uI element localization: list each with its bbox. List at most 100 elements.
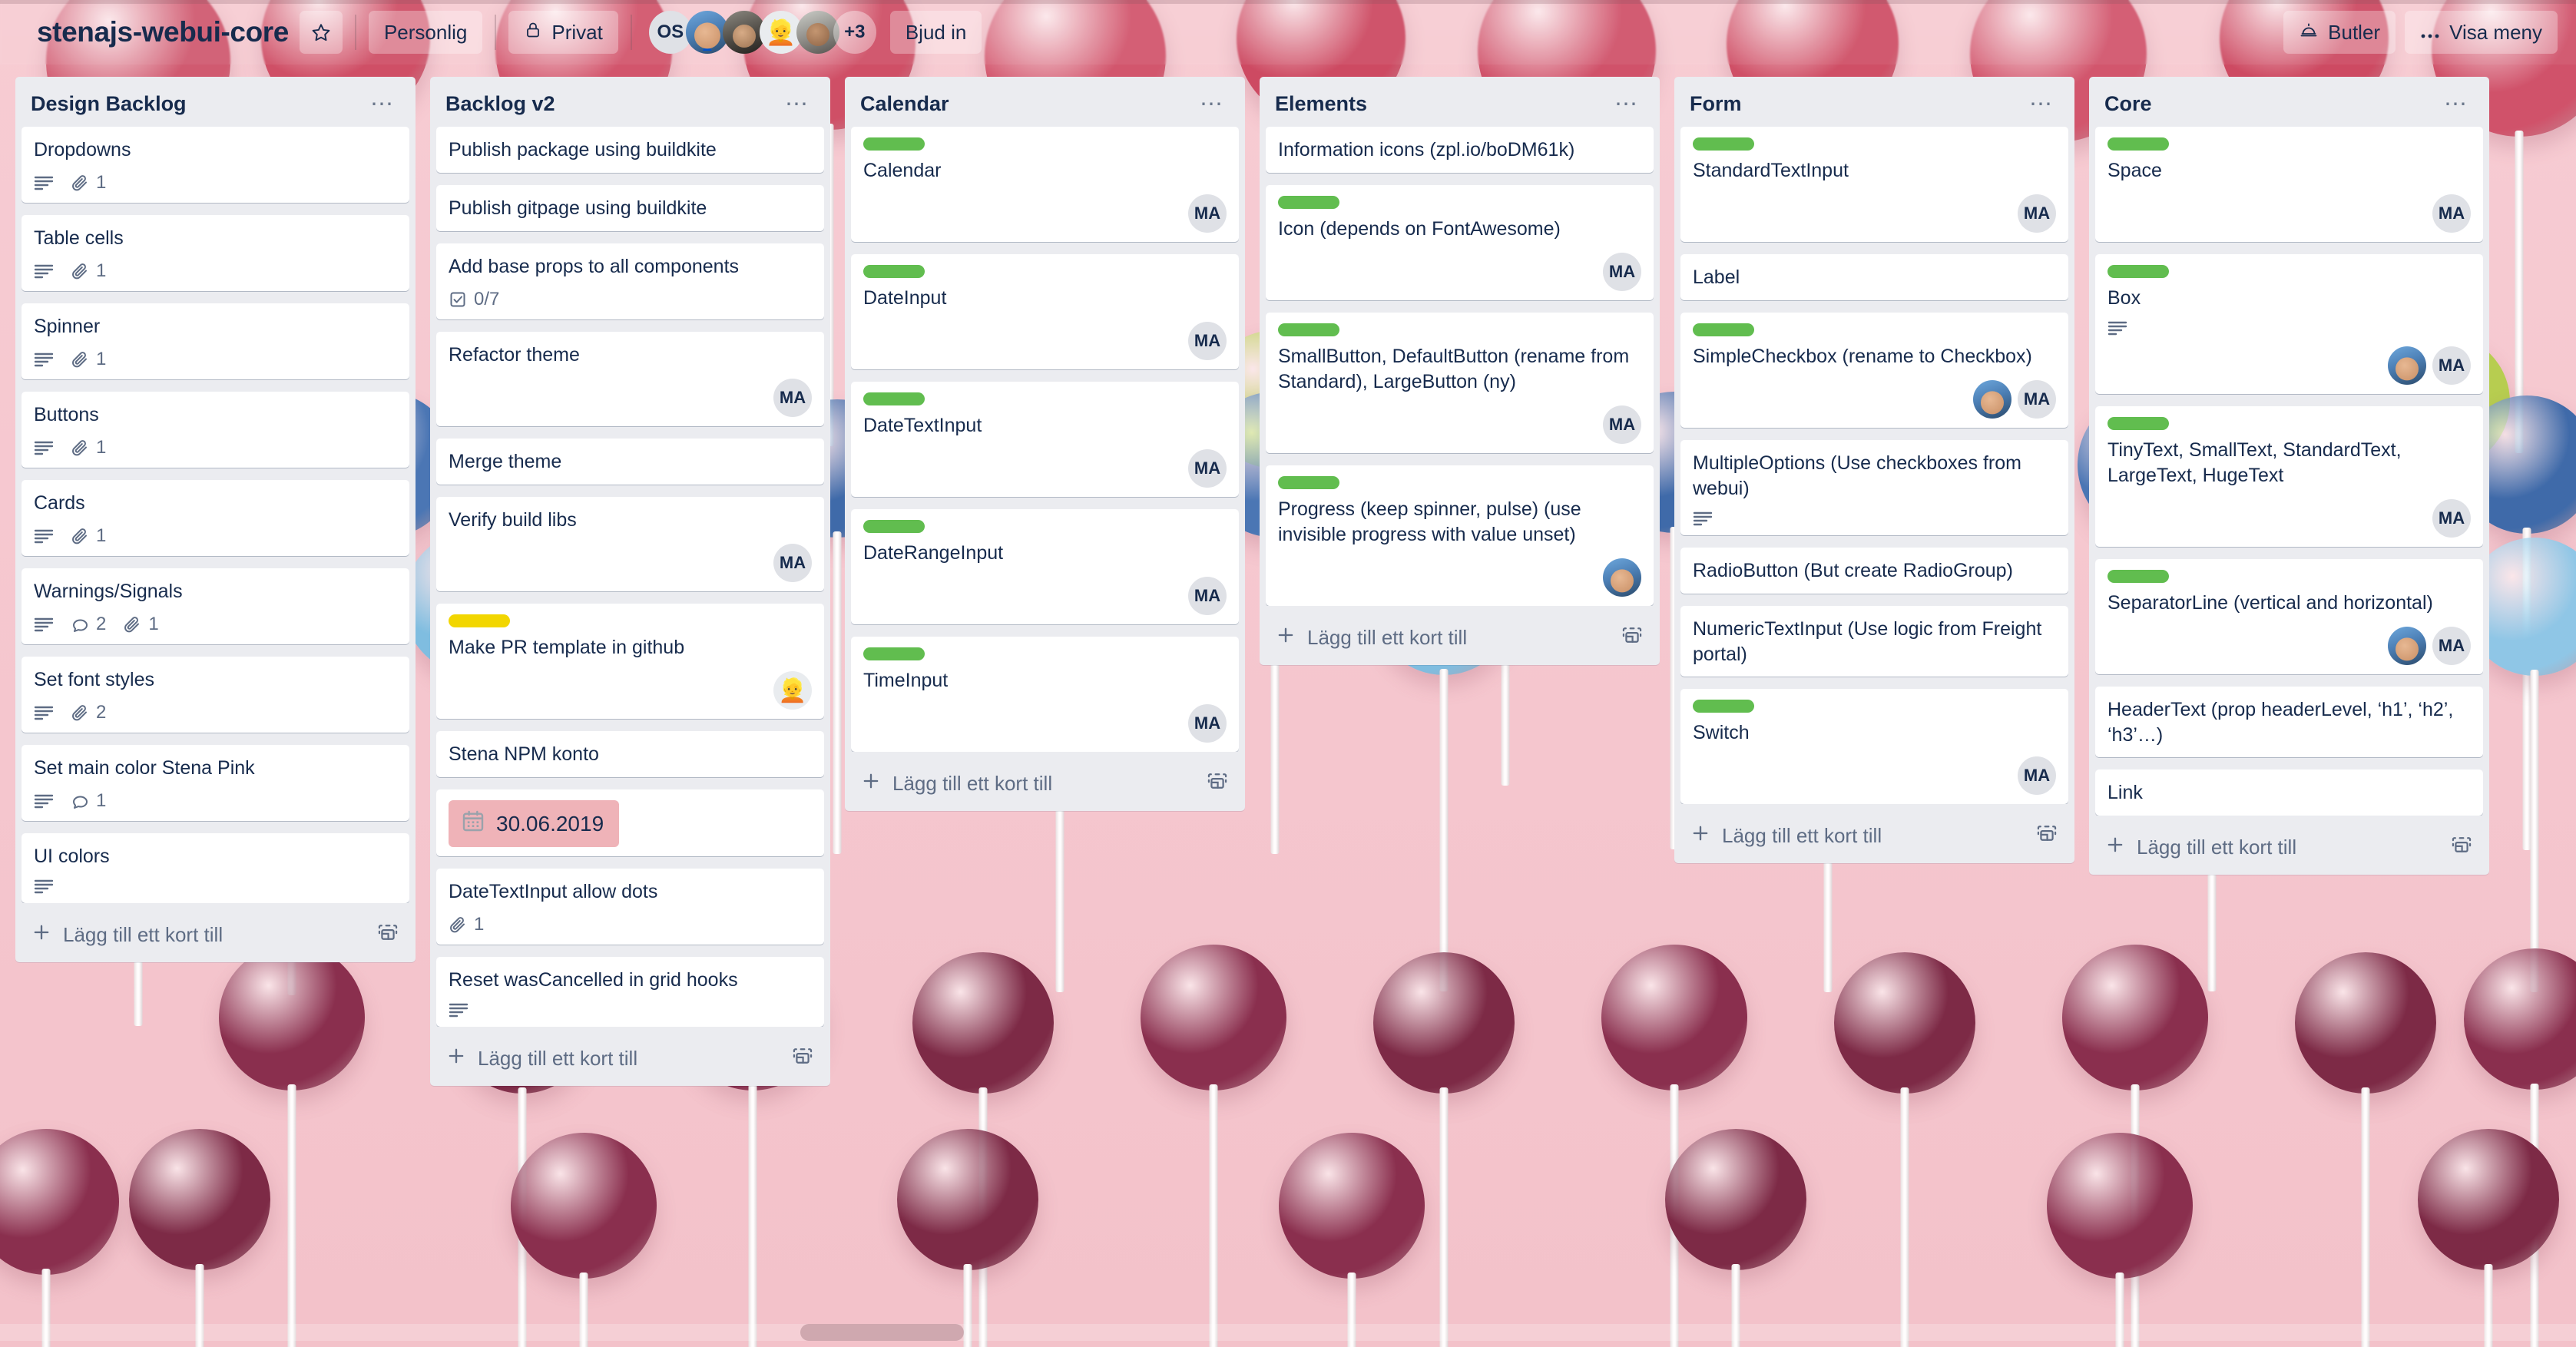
card[interactable]: NumericTextInput (Use logic from Freight… xyxy=(1680,606,2068,677)
card-label-green[interactable] xyxy=(1278,196,1339,209)
card-label-green[interactable] xyxy=(1693,700,1754,713)
card[interactable]: Merge theme xyxy=(436,439,824,485)
card[interactable]: SimpleCheckbox (rename to Checkbox) MA xyxy=(1680,313,2068,428)
list-menu-icon[interactable]: ⋯ xyxy=(779,92,816,115)
card[interactable]: RadioButton (But create RadioGroup) xyxy=(1680,548,2068,594)
card[interactable]: Information icons (zpl.io/boDM61k) xyxy=(1266,127,1654,173)
add-card-button[interactable]: Lägg till ett kort till xyxy=(851,758,1239,811)
add-card-button[interactable]: Lägg till ett kort till xyxy=(2095,822,2483,875)
add-card-button[interactable]: Lägg till ett kort till xyxy=(22,909,409,962)
card[interactable]: TinyText, SmallText, StandardText, Large… xyxy=(2095,406,2483,547)
card-label-green[interactable] xyxy=(1693,137,1754,151)
card[interactable]: Icon (depends on FontAwesome) MA xyxy=(1266,185,1654,300)
card[interactable]: HeaderText (prop headerLevel, ‘h1’, ‘h2’… xyxy=(2095,687,2483,757)
card[interactable]: Set font styles 2 xyxy=(22,657,409,733)
card[interactable]: Warnings/Signals 2 1 xyxy=(22,568,409,644)
card[interactable]: Link xyxy=(2095,769,2483,816)
card-member-avatar[interactable]: MA xyxy=(2432,627,2471,665)
card-label-green[interactable] xyxy=(863,647,925,660)
card-label-green[interactable] xyxy=(2107,137,2169,151)
list-menu-icon[interactable]: ⋯ xyxy=(2023,92,2061,115)
card[interactable]: Label xyxy=(1680,254,2068,300)
card[interactable]: SeparatorLine (vertical and horizontal) M… xyxy=(2095,559,2483,674)
card[interactable]: Box MA xyxy=(2095,254,2483,394)
card[interactable]: Verify build libs MA xyxy=(436,497,824,591)
card-label-green[interactable] xyxy=(1278,323,1339,336)
card[interactable]: DateTextInput MA xyxy=(851,382,1239,497)
scrollbar-thumb[interactable] xyxy=(800,1324,964,1341)
card-member-avatar[interactable]: MA xyxy=(1188,577,1227,615)
card[interactable]: Refactor theme MA xyxy=(436,332,824,426)
card-member-avatar[interactable]: MA xyxy=(773,379,812,417)
card-member-avatar[interactable]: MA xyxy=(1188,704,1227,743)
card-label-green[interactable] xyxy=(1278,476,1339,489)
card[interactable]: Reset wasCancelled in grid hooks xyxy=(436,957,824,1027)
card[interactable]: Spinner 1 xyxy=(22,303,409,379)
list-menu-icon[interactable]: ⋯ xyxy=(2438,92,2475,115)
list-title[interactable]: Form xyxy=(1690,92,1742,116)
list-title[interactable]: Elements xyxy=(1275,92,1367,116)
card-member-avatar[interactable]: MA xyxy=(1603,253,1641,291)
card-member-avatar[interactable]: MA xyxy=(2432,194,2471,233)
add-card-button[interactable]: Lägg till ett kort till xyxy=(1680,810,2068,863)
card[interactable]: 30.06.2019 xyxy=(436,789,824,856)
add-card-button[interactable]: Lägg till ett kort till xyxy=(1266,612,1654,665)
card-label-green[interactable] xyxy=(863,265,925,278)
card[interactable]: SmallButton, DefaultButton (rename from … xyxy=(1266,313,1654,453)
list-menu-icon[interactable]: ⋯ xyxy=(364,92,402,115)
card-label-yellow[interactable] xyxy=(449,614,510,627)
visibility-button[interactable]: Privat xyxy=(508,11,618,54)
card[interactable]: Cards 1 xyxy=(22,480,409,556)
show-menu-button[interactable]: Visa meny xyxy=(2405,11,2558,54)
card-member-avatar[interactable] xyxy=(2388,346,2426,385)
butler-button[interactable]: Butler xyxy=(2283,11,2396,54)
card[interactable]: Publish package using buildkite xyxy=(436,127,824,173)
card[interactable]: Buttons 1 xyxy=(22,392,409,468)
board-horizontal-scrollbar[interactable] xyxy=(0,1324,2576,1341)
avatar-overflow-count[interactable]: +3 xyxy=(833,11,876,54)
card-member-avatar[interactable]: MA xyxy=(1188,194,1227,233)
card-member-avatar[interactable]: MA xyxy=(2018,194,2056,233)
workspace-button[interactable]: Personlig xyxy=(368,11,483,54)
card[interactable]: Table cells 1 xyxy=(22,215,409,291)
card-label-green[interactable] xyxy=(1693,323,1754,336)
card-member-avatar[interactable] xyxy=(2388,627,2426,665)
card-member-avatar[interactable]: MA xyxy=(1188,322,1227,360)
card[interactable]: Progress (keep spinner, pulse) (use invi… xyxy=(1266,465,1654,606)
card[interactable]: Publish gitpage using buildkite xyxy=(436,185,824,231)
card-member-avatar[interactable]: MA xyxy=(2432,346,2471,385)
card-label-green[interactable] xyxy=(863,137,925,151)
card[interactable]: Switch MA xyxy=(1680,689,2068,804)
card[interactable]: Make PR template in github 👱 xyxy=(436,604,824,719)
card-member-avatar[interactable]: MA xyxy=(773,544,812,582)
list-menu-icon[interactable]: ⋯ xyxy=(1608,92,1646,115)
add-card-button[interactable]: Lägg till ett kort till xyxy=(436,1033,824,1086)
card-member-avatar[interactable]: MA xyxy=(2432,499,2471,538)
card-member-avatar[interactable]: MA xyxy=(1603,405,1641,444)
card[interactable]: DateInput MA xyxy=(851,254,1239,369)
card-label-green[interactable] xyxy=(2107,417,2169,430)
card[interactable]: Calendar MA xyxy=(851,127,1239,242)
invite-button[interactable]: Bjud in xyxy=(889,11,982,54)
due-date-badge[interactable]: 30.06.2019 xyxy=(449,800,620,847)
card[interactable]: Set main color Stena Pink 1 xyxy=(22,745,409,821)
card-label-green[interactable] xyxy=(2107,570,2169,583)
list-title[interactable]: Design Backlog xyxy=(31,92,187,116)
list-title[interactable]: Core xyxy=(2104,92,2152,116)
card[interactable]: DateRangeInput MA xyxy=(851,509,1239,624)
card[interactable]: TimeInput MA xyxy=(851,637,1239,752)
list-menu-icon[interactable]: ⋯ xyxy=(1194,92,1231,115)
card[interactable]: StandardTextInput MA xyxy=(1680,127,2068,242)
card[interactable]: Stena NPM konto xyxy=(436,731,824,777)
card-label-green[interactable] xyxy=(863,520,925,533)
card[interactable]: DateTextInput allow dots 1 xyxy=(436,869,824,945)
card-member-avatar[interactable]: MA xyxy=(1188,449,1227,488)
card[interactable]: MultipleOptions (Use checkboxes from web… xyxy=(1680,440,2068,535)
card[interactable]: UI colors xyxy=(22,833,409,903)
card-label-green[interactable] xyxy=(863,392,925,405)
star-icon[interactable] xyxy=(299,11,343,54)
card-member-avatar[interactable]: MA xyxy=(2018,756,2056,795)
card[interactable]: Add base props to all components 0/7 xyxy=(436,243,824,319)
card[interactable]: Space MA xyxy=(2095,127,2483,242)
list-title[interactable]: Calendar xyxy=(860,92,949,116)
